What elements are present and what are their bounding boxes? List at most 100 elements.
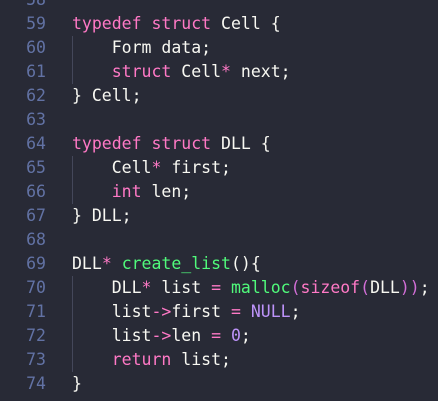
- code-token: 0: [230, 326, 241, 345]
- code-token: ;: [419, 278, 430, 297]
- code-text: return list;: [72, 348, 231, 372]
- code-line[interactable]: 72 list->len = 0;: [0, 324, 438, 348]
- code-token: Cell: [171, 62, 222, 81]
- code-token: =: [230, 302, 241, 321]
- line-number: 59: [26, 14, 46, 33]
- line-number: 72: [26, 326, 46, 345]
- code-line[interactable]: 73 return list;: [0, 348, 438, 372]
- code-token: *: [101, 254, 112, 273]
- code-token: list: [72, 326, 152, 345]
- code-line[interactable]: 69 DLL* create_list(){: [0, 252, 438, 276]
- code-token: Form data;: [72, 38, 212, 57]
- code-token: typedef: [72, 14, 142, 33]
- code-line[interactable]: 64 typedef struct DLL {: [0, 132, 438, 156]
- code-token: )): [399, 278, 420, 297]
- code-token: } Cell;: [72, 86, 142, 105]
- code-line[interactable]: 74}: [0, 372, 438, 396]
- code-text: DLL* create_list(){: [72, 252, 261, 276]
- code-token: Cell: [72, 158, 152, 177]
- code-line[interactable]: 70 DLL* list = malloc(sizeof(DLL));: [0, 276, 438, 300]
- code-text: } DLL;: [72, 204, 132, 228]
- line-number: 60: [26, 38, 46, 57]
- code-token: *: [221, 62, 231, 81]
- line-number: 63: [26, 110, 46, 129]
- code-token: list: [72, 302, 152, 321]
- code-token: create_list: [121, 254, 231, 273]
- code-line[interactable]: 58: [0, 0, 438, 12]
- code-token: (: [360, 278, 371, 297]
- code-token: next;: [230, 62, 291, 81]
- code-token: Cell {: [211, 14, 281, 33]
- code-token: first;: [161, 158, 231, 177]
- line-number: 62: [26, 86, 46, 105]
- line-number: 66: [26, 182, 46, 201]
- code-editor[interactable]: 5859typedef struct Cell {60 Form data;61…: [0, 0, 438, 396]
- code-token: struct: [151, 14, 212, 33]
- code-token: ;: [290, 302, 301, 321]
- code-token: DLL: [370, 278, 400, 297]
- code-token: *: [141, 278, 152, 297]
- code-line[interactable]: 59 typedef struct Cell {: [0, 12, 438, 36]
- code-token: ;: [240, 326, 251, 345]
- code-line[interactable]: 71 list->first = NULL;: [0, 300, 438, 324]
- line-number: 70: [26, 278, 46, 297]
- code-text: } Cell;: [72, 84, 142, 108]
- code-token: malloc: [230, 278, 291, 297]
- code-token: ->: [151, 302, 172, 321]
- code-token: ->: [151, 326, 172, 345]
- code-text: DLL* list = malloc(sizeof(DLL));: [72, 276, 430, 300]
- line-number: 64: [26, 134, 46, 153]
- code-token: int: [111, 182, 142, 201]
- code-token: struct: [151, 134, 212, 153]
- code-line[interactable]: 62 } Cell;: [0, 84, 438, 108]
- code-text: int len;: [72, 180, 191, 204]
- line-number: 69: [26, 254, 46, 273]
- code-token: (){: [230, 254, 261, 273]
- code-text: list->first = NULL;: [72, 300, 301, 324]
- code-token: DLL: [72, 254, 102, 273]
- code-text: list->len = 0;: [72, 324, 251, 348]
- code-text: Form data;: [72, 36, 211, 60]
- code-text: }: [72, 372, 82, 396]
- code-text: Cell* first;: [72, 156, 231, 180]
- line-number: 61: [26, 62, 46, 81]
- line-number: 68: [26, 230, 46, 249]
- code-line[interactable]: 68: [0, 228, 438, 252]
- code-line[interactable]: 60 Form data;: [0, 36, 438, 60]
- code-text: struct Cell* next;: [72, 60, 291, 84]
- code-token: list: [151, 278, 212, 297]
- code-token: list;: [171, 350, 231, 369]
- code-token: len;: [141, 182, 192, 201]
- code-token: NULL: [250, 302, 291, 321]
- code-line[interactable]: 61 struct Cell* next;: [0, 60, 438, 84]
- code-token: }: [72, 374, 82, 393]
- code-line[interactable]: 66 int len;: [0, 180, 438, 204]
- code-token: sizeof: [300, 278, 361, 297]
- line-number: 73: [26, 350, 46, 369]
- code-token: len: [171, 326, 212, 345]
- code-token: DLL: [72, 278, 142, 297]
- line-number: 67: [26, 206, 46, 225]
- line-number: 58: [0, 0, 46, 12]
- indent-guide: [72, 36, 73, 84]
- code-token: return: [111, 350, 172, 369]
- code-token: =: [211, 326, 222, 345]
- code-line[interactable]: 65 Cell* first;: [0, 156, 438, 180]
- code-token: (: [290, 278, 301, 297]
- code-token: typedef: [72, 134, 142, 153]
- line-number: 74: [26, 374, 46, 393]
- code-text: typedef struct Cell {: [72, 12, 281, 36]
- code-token: *: [151, 158, 162, 177]
- code-token: =: [211, 278, 222, 297]
- code-line[interactable]: 63: [0, 108, 438, 132]
- code-line[interactable]: 67 } DLL;: [0, 204, 438, 228]
